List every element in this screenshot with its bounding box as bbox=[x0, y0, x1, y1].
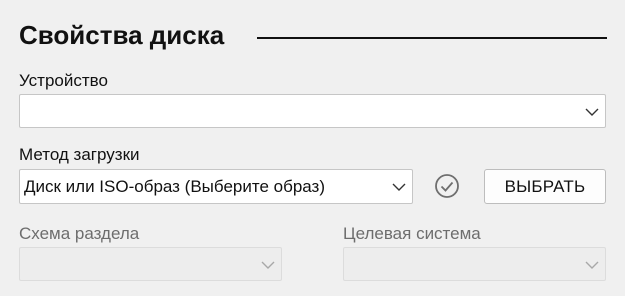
section-title: Свойства диска bbox=[19, 20, 225, 50]
boot-method-select-value: Диск или ISO-образ (Выберите образ) bbox=[24, 176, 325, 196]
device-label: Устройство bbox=[19, 71, 108, 90]
select-image-button[interactable]: ВЫБРАТЬ bbox=[484, 169, 606, 204]
partition-scheme-label: Схема раздела bbox=[19, 224, 140, 243]
device-select[interactable] bbox=[19, 94, 606, 128]
partition-scheme-select[interactable] bbox=[19, 247, 282, 281]
chevron-down-icon bbox=[392, 183, 406, 191]
chevron-down-icon bbox=[261, 261, 275, 269]
boot-method-select[interactable]: Диск или ISO-образ (Выберите образ) bbox=[19, 169, 413, 204]
section-title-rule bbox=[257, 37, 607, 39]
check-circle-icon[interactable] bbox=[434, 173, 460, 199]
target-system-label: Целевая система bbox=[343, 224, 481, 243]
target-system-select[interactable] bbox=[343, 247, 606, 281]
boot-method-label: Метод загрузки bbox=[19, 145, 140, 164]
chevron-down-icon bbox=[585, 108, 599, 116]
chevron-down-icon bbox=[585, 261, 599, 269]
